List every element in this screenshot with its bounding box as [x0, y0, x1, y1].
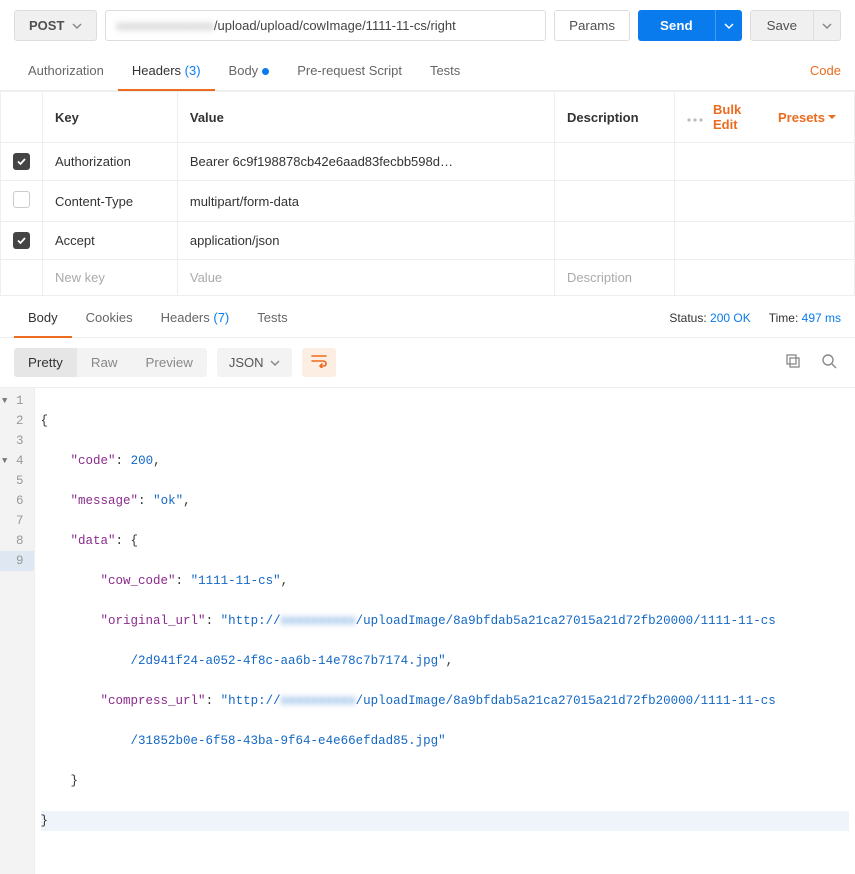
caret-down-icon: [828, 113, 836, 121]
tab-tests[interactable]: Tests: [416, 51, 474, 90]
table-row: Content-Type multipart/form-data: [1, 181, 855, 222]
check-header: [1, 92, 43, 143]
response-body[interactable]: { "code": 200, "message": "ok", "data": …: [35, 388, 855, 874]
request-bar: POST xxxxxxxxxxxxxxx/upload/upload/cowIm…: [0, 0, 855, 51]
search-response-icon[interactable]: [817, 349, 841, 376]
col-key: Key: [43, 92, 178, 143]
send-dropdown[interactable]: [715, 10, 742, 41]
tab-headers[interactable]: Headers (3): [118, 51, 215, 90]
col-actions: Bulk Edit Presets: [675, 92, 855, 143]
header-desc[interactable]: [555, 143, 675, 181]
response-code-area: ▼1 2 3 ▼4 5 6 7 8 9 { "code": 200, "mess…: [0, 387, 855, 874]
new-desc-input[interactable]: Description: [555, 260, 675, 296]
tab-authorization[interactable]: Authorization: [14, 51, 118, 90]
view-segment: Pretty Raw Preview: [14, 348, 207, 377]
header-desc[interactable]: [555, 181, 675, 222]
resp-tab-headers[interactable]: Headers (7): [147, 298, 244, 337]
chevron-down-icon: [822, 21, 832, 31]
copy-response-icon[interactable]: [781, 349, 805, 376]
more-icon[interactable]: [687, 110, 703, 125]
send-button[interactable]: Send: [638, 10, 715, 41]
chevron-down-icon: [724, 21, 734, 31]
row-checkbox[interactable]: [13, 153, 30, 170]
format-select[interactable]: JSON: [217, 348, 292, 377]
header-value[interactable]: multipart/form-data: [177, 181, 554, 222]
view-pretty[interactable]: Pretty: [14, 348, 77, 377]
save-dropdown[interactable]: [814, 10, 841, 41]
chevron-down-icon: [72, 21, 82, 31]
table-row: Authorization Bearer 6c9f198878cb42e6aad…: [1, 143, 855, 181]
time-label: Time: 497 ms: [769, 311, 841, 325]
response-view-bar: Pretty Raw Preview JSON: [0, 338, 855, 387]
url-host-blurred: xxxxxxxxxxxxxxx: [116, 18, 214, 33]
params-button[interactable]: Params: [554, 10, 630, 41]
status-label: Status: 200 OK: [669, 311, 750, 325]
header-desc[interactable]: [555, 222, 675, 260]
presets-dropdown[interactable]: Presets: [778, 110, 836, 125]
url-input[interactable]: xxxxxxxxxxxxxxx/upload/upload/cowImage/1…: [105, 10, 546, 41]
header-value[interactable]: Bearer 6c9f198878cb42e6aad83fecbb598d…: [177, 143, 554, 181]
url-path: /upload/upload/cowImage/1111-11-cs/right: [214, 18, 456, 33]
row-checkbox[interactable]: [13, 232, 30, 249]
table-row-new: New key Value Description: [1, 260, 855, 296]
save-button[interactable]: Save: [750, 10, 814, 41]
tab-body[interactable]: Body: [215, 51, 284, 90]
new-key-input[interactable]: New key: [43, 260, 178, 296]
header-key[interactable]: Content-Type: [43, 181, 178, 222]
response-tabs: Body Cookies Headers (7) Tests Status: 2…: [0, 298, 855, 338]
new-value-input[interactable]: Value: [177, 260, 554, 296]
header-key[interactable]: Authorization: [43, 143, 178, 181]
resp-tab-tests[interactable]: Tests: [243, 298, 301, 337]
view-preview[interactable]: Preview: [131, 348, 206, 377]
chevron-down-icon: [270, 358, 280, 368]
line-gutter: ▼1 2 3 ▼4 5 6 7 8 9: [0, 388, 35, 874]
col-value: Value: [177, 92, 554, 143]
table-row: Accept application/json: [1, 222, 855, 260]
wrap-icon: [311, 354, 327, 368]
body-modified-dot: [262, 68, 269, 75]
view-raw[interactable]: Raw: [77, 348, 132, 377]
resp-tab-body[interactable]: Body: [14, 298, 72, 337]
header-value[interactable]: application/json: [177, 222, 554, 260]
tab-prerequest[interactable]: Pre-request Script: [283, 51, 416, 90]
header-key[interactable]: Accept: [43, 222, 178, 260]
headers-table: Key Value Description Bulk Edit Presets: [0, 91, 855, 296]
bulk-edit-link[interactable]: Bulk Edit: [713, 102, 768, 132]
code-link[interactable]: Code: [810, 51, 841, 90]
row-checkbox[interactable]: [13, 191, 30, 208]
http-method-select[interactable]: POST: [14, 10, 97, 41]
http-method-label: POST: [29, 18, 64, 33]
col-desc: Description: [555, 92, 675, 143]
request-tabs: Authorization Headers (3) Body Pre-reque…: [0, 51, 855, 91]
resp-tab-cookies[interactable]: Cookies: [72, 298, 147, 337]
wrap-lines-button[interactable]: [302, 348, 336, 377]
